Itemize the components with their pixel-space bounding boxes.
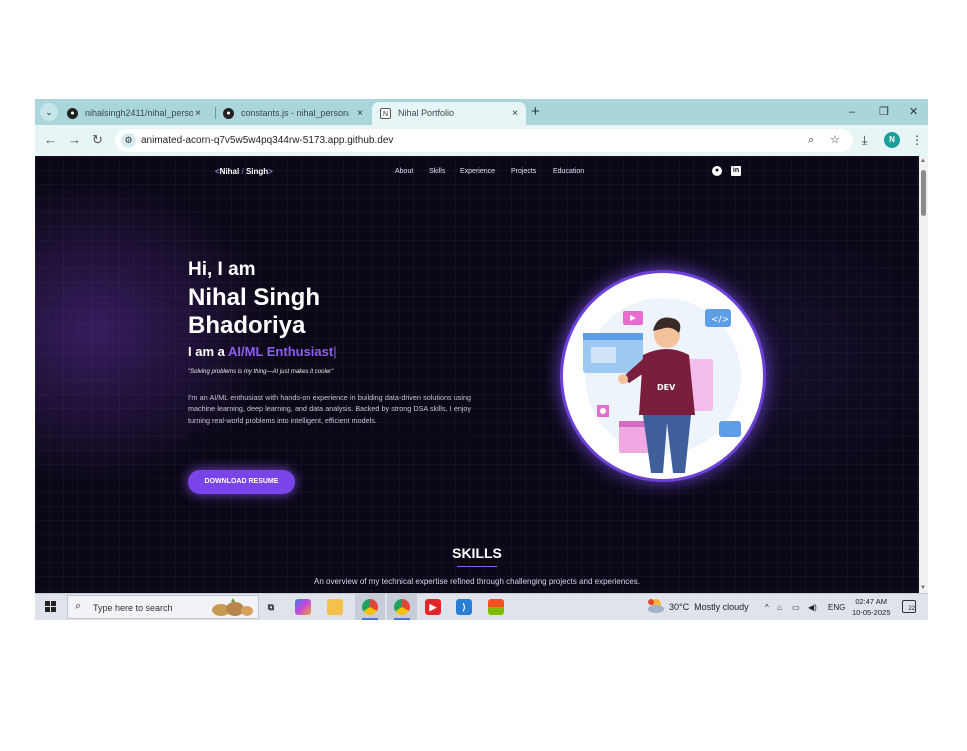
chrome-icon[interactable] xyxy=(362,599,378,615)
tab-title: constants.js - nihal_personal_p xyxy=(241,108,349,118)
linkedin-icon[interactable]: in xyxy=(731,166,741,176)
scroll-down-icon[interactable]: ▼ xyxy=(920,585,926,591)
svg-text:</>: </> xyxy=(711,315,729,325)
hero-name: Nihal Singh Bhadoriya xyxy=(188,284,320,339)
new-tab-button[interactable]: + xyxy=(531,103,540,121)
screen: ⌄ ● nihalsingh2411/nihal_personal × ● co… xyxy=(35,99,928,620)
skills-subtitle: An overview of my technical expertise re… xyxy=(314,577,640,586)
restore-button[interactable]: ❐ xyxy=(879,103,889,121)
address-bar[interactable]: ⚙ animated-acorn-q7v5w5w4pq344rw-5173.ap… xyxy=(115,129,853,152)
browser-toolbar: ← → ↻ ⚙ animated-acorn-q7v5w5w4pq344rw-5… xyxy=(35,125,928,156)
show-hidden-icons[interactable]: ^ xyxy=(765,594,769,620)
url-text[interactable]: animated-acorn-q7v5w5w4pq344rw-5173.app.… xyxy=(141,129,393,152)
profile-avatar[interactable]: N xyxy=(884,132,900,148)
nav-about[interactable]: About xyxy=(395,168,413,175)
site-logo[interactable]: <Nihal / Singh> xyxy=(215,167,273,176)
close-tab-icon[interactable]: × xyxy=(195,102,201,125)
copilot-icon[interactable] xyxy=(295,599,311,615)
tab-github-repo[interactable]: ● nihalsingh2411/nihal_personal × xyxy=(59,102,209,125)
hero-greeting: Hi, I am xyxy=(188,259,256,280)
file-explorer-icon[interactable] xyxy=(327,599,343,615)
hero-role: I am a AI/ML Enthusiast| xyxy=(188,344,337,359)
weather-text[interactable]: 30°C Mostly cloudy xyxy=(669,594,749,620)
zoom-icon[interactable]: ⌕ xyxy=(808,133,814,148)
reload-button[interactable]: ↻ xyxy=(92,132,103,148)
hero-quote: "Solving problems is my thing—AI just ma… xyxy=(188,369,334,375)
hero-bio: I'm an AI/ML enthusiast with hands-on ex… xyxy=(188,392,471,442)
download-icon[interactable]: ⤓ xyxy=(862,133,867,148)
close-tab-icon[interactable]: × xyxy=(512,102,518,125)
language-indicator[interactable]: ENG xyxy=(828,594,845,620)
chrome-active-indicator xyxy=(362,618,378,620)
tab-title: nihalsingh2411/nihal_personal xyxy=(85,108,193,118)
scrollbar-thumb[interactable] xyxy=(921,170,926,216)
windows-taskbar: ⌕ Type here to search ⧉ ▶ ⟩ 30°C Mostly … xyxy=(35,593,928,620)
cloud-upload-icon xyxy=(719,421,741,437)
tab-constants-js[interactable]: ● constants.js - nihal_personal_p × xyxy=(215,102,371,125)
close-window-button[interactable]: ✕ xyxy=(909,103,918,121)
portfolio-favicon-icon: N xyxy=(380,108,391,119)
taskbar-clock[interactable]: 02:47 AM 10-05-2025 xyxy=(852,596,890,618)
bookmark-star-icon[interactable]: ☆ xyxy=(830,133,840,148)
task-view-icon[interactable]: ⧉ xyxy=(263,599,279,615)
chrome-window-indicator xyxy=(394,618,410,620)
nav-experience[interactable]: Experience xyxy=(460,168,495,175)
back-button[interactable]: ← xyxy=(44,132,57,148)
vscode-icon[interactable]: ⟩ xyxy=(456,599,472,615)
search-placeholder: Type here to search xyxy=(93,603,173,613)
nav-projects[interactable]: Projects xyxy=(511,168,536,175)
tab-search-icon[interactable]: ⌄ xyxy=(40,103,58,121)
scroll-up-icon[interactable]: ▲ xyxy=(920,158,926,164)
page-scrollbar[interactable]: ▲ ▼ xyxy=(919,156,928,593)
nav-skills[interactable]: Skills xyxy=(429,168,445,175)
browser-tab-strip: ⌄ ● nihalsingh2411/nihal_personal × ● co… xyxy=(35,99,928,125)
github-icon: ● xyxy=(67,108,78,119)
chrome-profile-icon[interactable] xyxy=(394,599,410,615)
minimize-button[interactable]: – xyxy=(849,103,855,121)
skills-heading: SKILLS xyxy=(452,545,502,561)
close-tab-icon[interactable]: × xyxy=(357,102,363,125)
battery-icon[interactable]: ▭ xyxy=(792,594,800,620)
svg-text:DEV: DEV xyxy=(657,383,676,392)
taskbar-search[interactable]: ⌕ Type here to search xyxy=(67,595,259,619)
nav-education[interactable]: Education xyxy=(553,168,584,175)
network-icon[interactable]: ⌂ xyxy=(777,594,782,620)
github-icon: ● xyxy=(223,108,234,119)
hero-illustration: </> DEV xyxy=(560,270,766,482)
notification-center-icon[interactable]: 22 xyxy=(902,600,916,613)
developer-illustration: </> DEV xyxy=(583,298,741,473)
github-icon[interactable]: ● xyxy=(712,166,722,176)
download-resume-button[interactable]: DOWNLOAD RESUME xyxy=(188,470,295,494)
search-icon: ⌕ xyxy=(75,600,82,612)
tab-nihal-portfolio[interactable]: N Nihal Portfolio × xyxy=(372,102,526,125)
youtube-icon[interactable]: ▶ xyxy=(425,599,441,615)
portfolio-page: <Nihal / Singh> About Skills Experience … xyxy=(35,156,919,593)
volume-icon[interactable]: ◀) xyxy=(808,594,817,620)
weather-cloud-icon[interactable] xyxy=(647,598,665,614)
forward-button[interactable]: → xyxy=(68,132,81,148)
site-info-icon[interactable]: ⚙ xyxy=(121,133,136,148)
skills-divider xyxy=(457,566,497,567)
menu-kebab-icon[interactable]: ⋮ xyxy=(911,133,923,148)
tab-title: Nihal Portfolio xyxy=(398,108,455,118)
microsoft-store-icon[interactable] xyxy=(488,599,504,615)
search-highlight-image xyxy=(212,598,253,616)
windows-start-icon[interactable] xyxy=(45,601,57,613)
